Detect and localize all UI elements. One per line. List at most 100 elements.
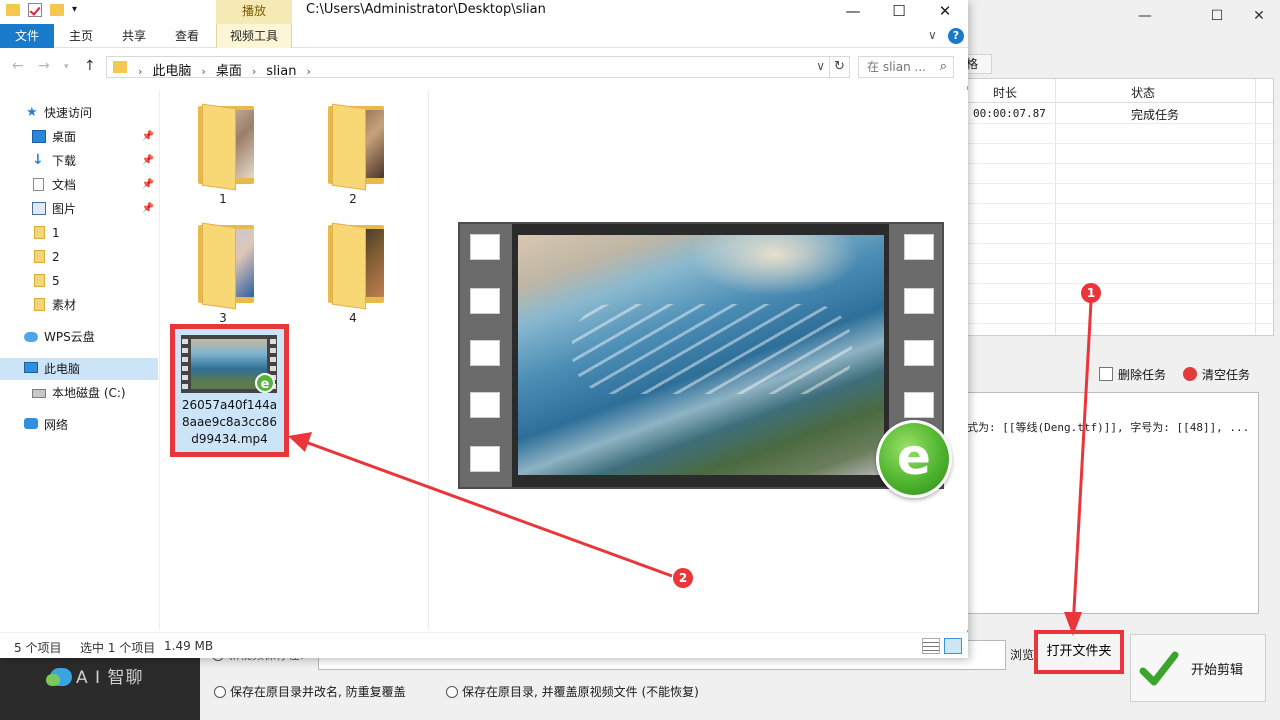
start-edit-label: 开始剪辑 <box>1191 663 1244 678</box>
nav-folder-material[interactable]: 素材 <box>0 294 158 316</box>
properties-check-icon[interactable] <box>28 2 42 17</box>
qa-dropdown-icon[interactable]: ▾ <box>72 4 77 15</box>
folder-item-4[interactable]: 4 <box>298 213 408 325</box>
document-icon <box>33 178 44 191</box>
search-input[interactable] <box>859 57 935 77</box>
browse-button[interactable]: 浏览 <box>1010 646 1034 663</box>
search-box[interactable]: ⌕ <box>858 56 954 78</box>
play-context-tab[interactable]: 播放 <box>216 0 292 24</box>
nav-this-pc[interactable]: 此电脑 <box>0 358 158 380</box>
folder-icon <box>34 226 45 239</box>
file-name: 26057a40f144a8aae9c8a3cc86d99434.mp4 <box>181 398 278 446</box>
editor-maximize-button[interactable]: ☐ <box>1204 6 1230 26</box>
tab-view[interactable]: 查看 <box>164 24 210 48</box>
delete-task-label: 删除任务 <box>1118 368 1167 382</box>
e-logo-icon: e <box>876 420 952 498</box>
tab-file[interactable]: 文件 <box>0 24 54 48</box>
disk-icon <box>32 389 46 398</box>
nav-documents[interactable]: 文档 📌 <box>0 174 158 196</box>
large-icons-view-icon[interactable] <box>944 638 962 654</box>
e-badge-icon: e <box>255 373 275 393</box>
details-view-icon[interactable] <box>922 638 940 654</box>
nav-label: 本地磁盘 (C:) <box>52 386 126 400</box>
breadcrumb-this-pc[interactable]: 此电脑 <box>152 64 191 79</box>
preview-image <box>512 224 889 487</box>
row-duration: 00:00:07.87 <box>973 107 1046 120</box>
star-icon: ★ <box>26 105 38 120</box>
pin-icon: 📌 <box>141 131 154 142</box>
cloud-icon <box>24 332 38 342</box>
folder-item-3[interactable]: 3 <box>168 213 278 325</box>
folder-icon <box>34 250 45 263</box>
close-button[interactable]: ✕ <box>922 0 968 24</box>
tab-home[interactable]: 主页 <box>58 24 104 48</box>
nav-wps-cloud[interactable]: WPS云盘 <box>0 326 158 348</box>
nav-label: 图片 <box>52 202 77 216</box>
clear-tasks-button[interactable]: 清空任务 <box>1183 366 1250 383</box>
nav-label: 1 <box>52 226 60 240</box>
pin-icon: 📌 <box>141 203 154 214</box>
nav-network[interactable]: 网络 <box>0 414 158 436</box>
item-count: 5 个项目 <box>14 641 62 655</box>
annotation-badge-1: 1 <box>1081 283 1101 303</box>
radio-overwrite-label: 保存在原目录, 并覆盖原视频文件 (不能恢复) <box>462 685 699 699</box>
folder-name: 3 <box>219 311 227 325</box>
nav-folder-1[interactable]: 1 <box>0 222 158 244</box>
nav-label: 5 <box>52 274 60 288</box>
radio-rename-option[interactable]: 保存在原目录并改名, 防重复覆盖 <box>214 683 406 700</box>
address-dropdown-icon[interactable]: ∨ <box>816 59 825 73</box>
search-icon: ⌕ <box>939 59 947 74</box>
folder-item-1[interactable]: 1 <box>168 94 278 206</box>
folder-item-2[interactable]: 2 <box>298 94 408 206</box>
back-arrow-icon[interactable]: ← <box>12 58 24 74</box>
folder-name: 1 <box>219 192 227 206</box>
radio-rename-circle[interactable] <box>214 686 226 698</box>
status-bar: 5 个项目 选中 1 个项目 1.49 MB <box>0 632 968 658</box>
nav-desktop[interactable]: 桌面 📌 <box>0 126 158 148</box>
address-box[interactable]: › 此电脑 › 桌面 › slian › ∨ <box>106 56 830 79</box>
minimize-button[interactable]: — <box>830 0 876 24</box>
selected-video-file[interactable]: e 26057a40f144a8aae9c8a3cc86d99434.mp4 <box>170 324 289 457</box>
annotation-badge-2: 2 <box>673 568 693 588</box>
pin-icon: 📌 <box>141 179 154 190</box>
nav-folder-2[interactable]: 2 <box>0 246 158 268</box>
editor-titlebar: — ☐ ✕ <box>968 0 1280 34</box>
nav-folder-5[interactable]: 5 <box>0 270 158 292</box>
nav-label: 文档 <box>52 178 77 192</box>
refresh-button[interactable]: ↻ <box>830 56 850 78</box>
radio-overwrite-circle[interactable] <box>446 686 458 698</box>
nav-local-disk[interactable]: 本地磁盘 (C:) <box>0 382 158 404</box>
nav-pictures[interactable]: 图片 📌 <box>0 198 158 220</box>
nav-label: 2 <box>52 250 60 264</box>
up-arrow-icon[interactable]: ↑ <box>84 58 96 74</box>
tab-video-tools[interactable]: 视频工具 <box>216 24 292 48</box>
maximize-button[interactable]: ☐ <box>876 0 922 24</box>
forward-arrow-icon[interactable]: → <box>38 58 50 74</box>
new-folder-icon[interactable] <box>50 3 64 16</box>
start-edit-button[interactable]: 开始剪辑 <box>1130 634 1266 702</box>
recent-dropdown-icon[interactable]: ▾ <box>64 62 69 72</box>
nav-quick-access[interactable]: ★ 快速访问 <box>0 102 158 124</box>
nav-downloads[interactable]: ↓ 下载 📌 <box>0 150 158 172</box>
tab-share[interactable]: 共享 <box>112 24 156 48</box>
nav-label: 此电脑 <box>44 362 81 376</box>
file-explorer-window: ▾ 播放 C:\Users\Administrator\Desktop\slia… <box>0 0 968 658</box>
help-icon[interactable]: ? <box>948 28 964 44</box>
desktop-icon <box>32 130 46 143</box>
editor-minimize-button[interactable]: — <box>1132 6 1158 26</box>
breadcrumb-desktop[interactable]: 桌面 <box>216 64 242 79</box>
folder-icon[interactable] <box>6 3 20 16</box>
folder-icon <box>113 61 127 73</box>
navigation-pane: ★ 快速访问 桌面 📌 ↓ 下载 📌 文档 📌 图片 📌 1 2 5 素材 WPS云盘 此电… <box>0 90 160 630</box>
delete-task-button[interactable]: 删除任务 <box>1099 366 1166 383</box>
ribbon-expand-icon[interactable]: ∨ <box>928 28 937 42</box>
pictures-icon <box>32 202 46 215</box>
radio-overwrite-option[interactable]: 保存在原目录, 并覆盖原视频文件 (不能恢复) <box>446 683 699 700</box>
delete-task-icon <box>1099 367 1113 381</box>
breadcrumb-slian[interactable]: slian <box>266 64 296 79</box>
log-text: 式为: [[等线(Deng.ttf)]], 字号为: [[48]], ... <box>967 421 1250 434</box>
nav-label: 下载 <box>52 154 77 168</box>
open-folder-button[interactable]: 打开文件夹 <box>1034 630 1124 674</box>
editor-close-button[interactable]: ✕ <box>1246 6 1272 26</box>
brand-text: A I 智聊 <box>76 668 144 688</box>
